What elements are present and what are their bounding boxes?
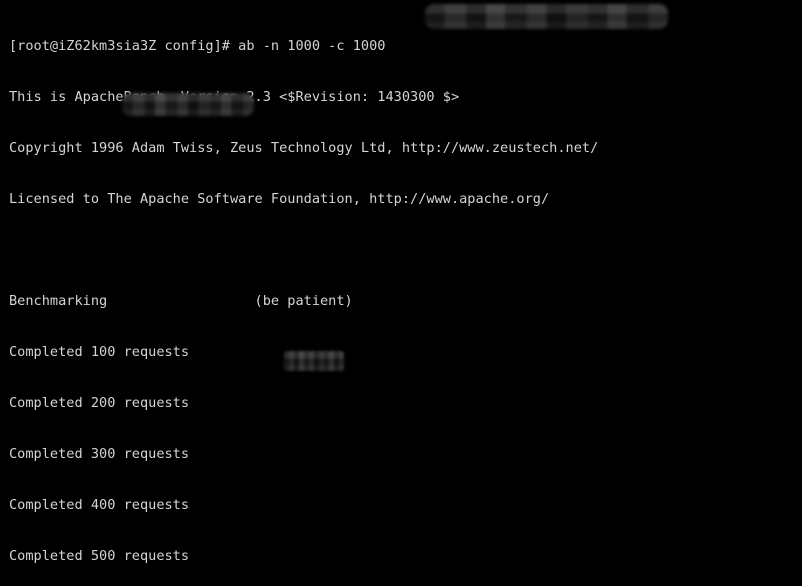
server-hostname-redaction — [284, 351, 344, 371]
terminal-line-prompt-command: [root@iZ62km3sia3Z config]# ab -n 1000 -… — [9, 38, 394, 54]
terminal-line-completed-300: Completed 300 requests — [9, 446, 190, 462]
command-url-redaction — [425, 4, 668, 29]
terminal-line-completed-400: Completed 400 requests — [9, 497, 190, 513]
terminal-line-blank-1 — [9, 242, 802, 259]
terminal-line-license: Licensed to The Apache Software Foundati… — [9, 191, 550, 207]
terminal-line-completed-500: Completed 500 requests — [9, 548, 190, 564]
terminal-output-buffer[interactable]: [root@iZ62km3sia3Z config]# ab -n 1000 -… — [9, 4, 802, 586]
terminal-line-completed-100: Completed 100 requests — [9, 344, 190, 360]
terminal-line-benchmarking: Benchmarking (be patient) — [9, 293, 353, 309]
terminal-window[interactable]: [root@iZ62km3sia3Z config]# ab -n 1000 -… — [0, 0, 802, 586]
terminal-line-completed-200: Completed 200 requests — [9, 395, 190, 411]
terminal-line-copyright: Copyright 1996 Adam Twiss, Zeus Technolo… — [9, 140, 599, 156]
benchmark-host-redaction — [122, 93, 254, 116]
